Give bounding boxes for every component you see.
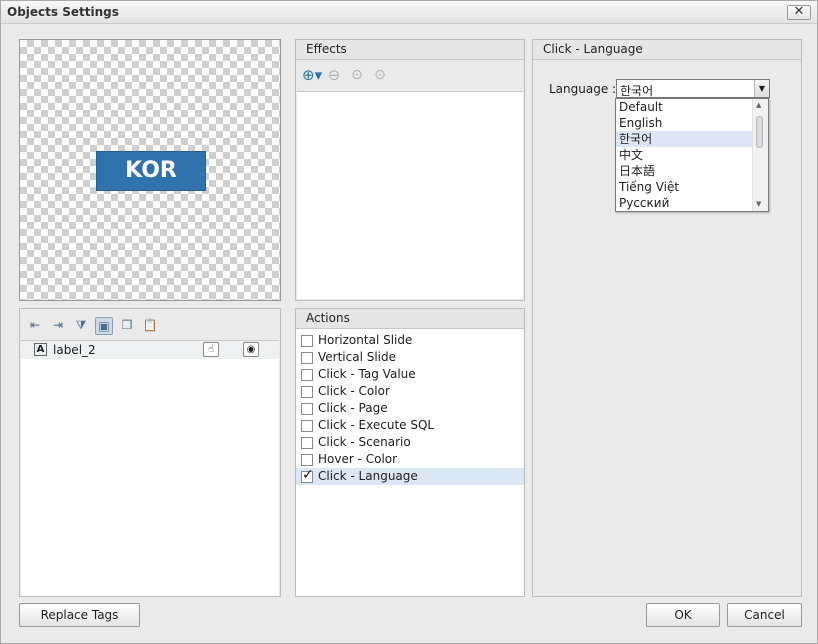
preview-label-kor[interactable]: KOR [96, 151, 206, 191]
layer-row[interactable]: A label_2 ☝ ◉ [21, 341, 279, 359]
remove-icon: ⊖ [327, 66, 341, 84]
action-click-scenario[interactable]: Click - Scenario [296, 434, 524, 451]
scroll-thumb[interactable] [756, 116, 763, 148]
paste-icon[interactable]: 📋 [141, 317, 159, 335]
scroll-down-icon[interactable]: ▼ [756, 200, 761, 208]
action-horizontal-slide[interactable]: Horizontal Slide [296, 332, 524, 349]
checkbox[interactable] [301, 420, 313, 432]
action-click-execute-sql[interactable]: Click - Execute SQL [296, 417, 524, 434]
move-down-icon: ⊙ [374, 67, 386, 83]
checkbox[interactable] [301, 335, 313, 347]
option-vietnamese[interactable]: Tiếng Việt [616, 179, 752, 195]
objects-settings-window: Objects Settings ✕ KOR ⇤ ⇥ ⧩ ▣ ❐ 📋 A lab… [0, 0, 818, 644]
ok-button[interactable]: OK [646, 603, 720, 627]
image-icon[interactable]: ▣ [95, 317, 113, 335]
layer-name: label_2 [53, 343, 96, 357]
action-click-page[interactable]: Click - Page [296, 400, 524, 417]
actions-header: Actions [296, 309, 524, 329]
text-layer-icon: A [34, 343, 47, 356]
option-russian[interactable]: Русский [616, 195, 752, 211]
indent-left-icon[interactable]: ⇤ [26, 317, 44, 335]
action-vertical-slide[interactable]: Vertical Slide [296, 349, 524, 366]
layers-list: A label_2 ☝ ◉ [21, 340, 279, 596]
replace-tags-button[interactable]: Replace Tags [19, 603, 140, 627]
chevron-down-icon[interactable]: ▼ [754, 80, 769, 97]
action-click-language[interactable]: Click - Language [296, 467, 524, 485]
move-up-icon: ⊙ [351, 67, 363, 83]
scroll-up-icon[interactable]: ▲ [756, 101, 761, 109]
close-button[interactable]: ✕ [787, 5, 811, 20]
copy-icon[interactable]: ❐ [118, 317, 136, 335]
visibility-eye-icon[interactable]: ◉ [243, 342, 259, 357]
option-korean[interactable]: 한국어 [616, 131, 752, 147]
indent-right-icon[interactable]: ⇥ [49, 317, 67, 335]
checkbox[interactable] [301, 386, 313, 398]
effects-panel: Effects ⊕▾ ⊖ ⊙ ⊙ [295, 39, 525, 301]
option-chinese[interactable]: 中文 [616, 147, 752, 163]
filter-icon[interactable]: ⧩ [72, 317, 90, 335]
language-select-value: 한국어 [620, 84, 654, 98]
checkbox[interactable] [301, 454, 313, 466]
add-icon[interactable]: ⊕▾ [302, 67, 322, 85]
title-bar: Objects Settings ✕ [1, 1, 817, 24]
actions-panel: Actions Horizontal Slide Vertical Slide … [295, 308, 525, 597]
language-select[interactable]: 한국어 ▼ [616, 79, 770, 98]
checkbox[interactable] [301, 352, 313, 364]
checkbox[interactable] [301, 369, 313, 381]
action-click-tag-value[interactable]: Click - Tag Value [296, 366, 524, 383]
detail-header: Click - Language [533, 40, 801, 60]
checkbox[interactable] [301, 437, 313, 449]
dropdown-scrollbar[interactable]: ▲ ▼ [752, 99, 768, 211]
checkbox-checked[interactable] [301, 467, 314, 484]
action-hover-color[interactable]: Hover - Color [296, 451, 524, 468]
language-dropdown-list: Default English 한국어 中文 日本語 Tiếng Việt Ру… [615, 98, 769, 212]
option-default[interactable]: Default [616, 99, 752, 115]
layers-toolbar: ⇤ ⇥ ⧩ ▣ ❐ 📋 [26, 317, 159, 335]
effects-header: Effects [296, 40, 524, 60]
option-english[interactable]: English [616, 115, 752, 131]
actions-list: Horizontal Slide Vertical Slide Click - … [296, 329, 524, 485]
preview-canvas: KOR [19, 39, 281, 301]
checkbox[interactable] [301, 403, 313, 415]
window-title: Objects Settings [7, 5, 119, 19]
action-click-color[interactable]: Click - Color [296, 383, 524, 400]
cancel-button[interactable]: Cancel [727, 603, 802, 627]
option-japanese[interactable]: 日本語 [616, 163, 752, 179]
hand-cursor-icon[interactable]: ☝ [203, 342, 219, 357]
effects-list [297, 91, 523, 299]
layers-panel: ⇤ ⇥ ⧩ ▣ ❐ 📋 A label_2 ☝ ◉ [19, 308, 281, 597]
effects-toolbar: ⊕▾ ⊖ ⊙ ⊙ [302, 67, 389, 85]
language-label: Language : [549, 82, 617, 96]
